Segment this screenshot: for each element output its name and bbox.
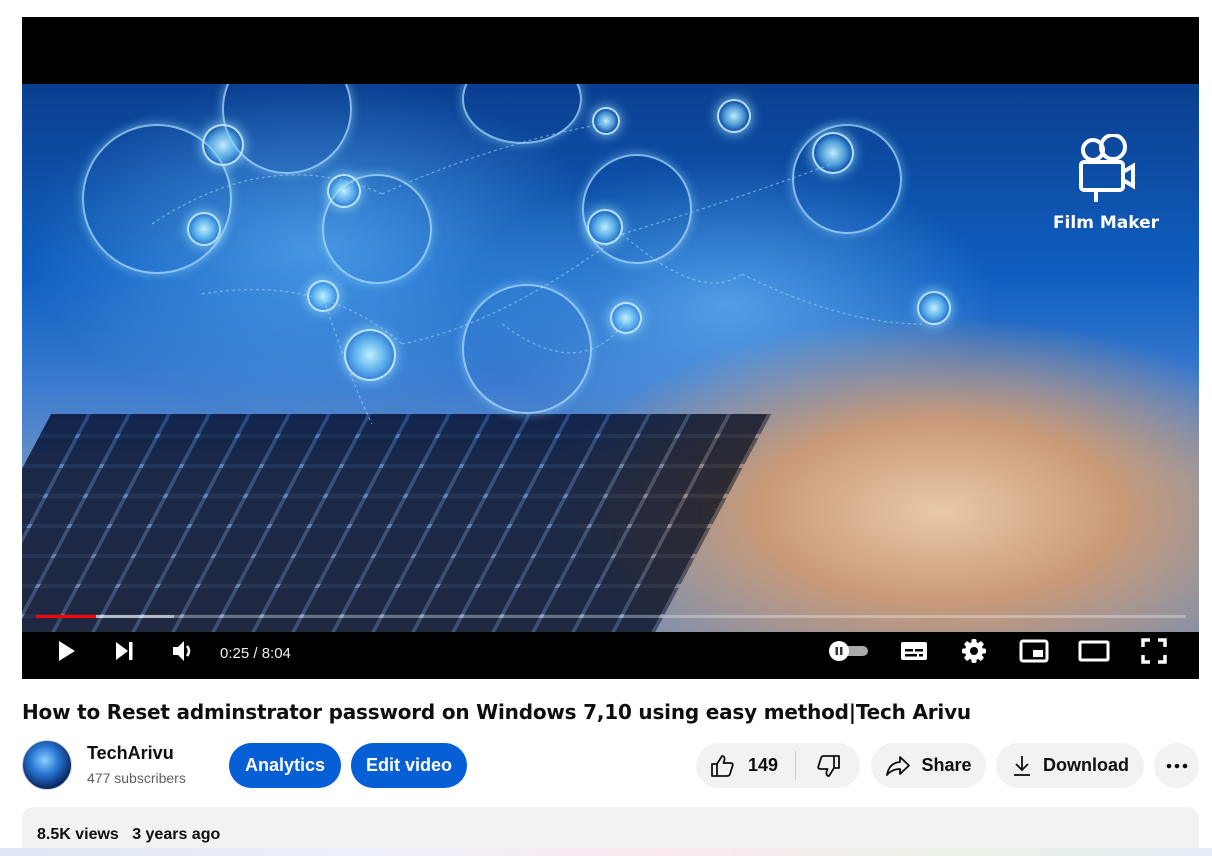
network-node [202, 124, 244, 166]
network-node [344, 329, 396, 381]
download-label: Download [1043, 755, 1129, 775]
download-button[interactable]: Download [996, 743, 1144, 788]
like-button[interactable]: 149 [696, 743, 796, 788]
network-node [307, 280, 339, 312]
share-label: Share [921, 755, 972, 775]
fullscreen-button[interactable] [1138, 635, 1170, 667]
theater-mode-icon [1078, 640, 1110, 662]
share-icon [886, 755, 911, 776]
network-node [187, 212, 221, 246]
progress-fill [36, 615, 96, 618]
subtitles-button[interactable] [898, 635, 930, 667]
more-horizontal-icon [1166, 763, 1187, 768]
share-button[interactable]: Share [871, 743, 986, 788]
subtitles-icon [901, 642, 927, 660]
analytics-button[interactable]: Analytics [229, 743, 341, 788]
player-controls: 0:25 / 8:04 [22, 623, 1199, 679]
fullscreen-icon [1141, 638, 1167, 664]
next-icon [116, 642, 133, 660]
time-display: 0:25 / 8:04 [220, 645, 291, 662]
network-node [717, 99, 751, 133]
miniplayer-button[interactable] [1018, 635, 1050, 667]
autoplay-toggle-icon [829, 641, 868, 661]
like-dislike-group: 149 [696, 743, 860, 788]
volume-button[interactable] [167, 635, 199, 667]
network-node [327, 174, 361, 208]
settings-icon [962, 639, 986, 663]
channel-avatar[interactable] [22, 740, 72, 790]
view-count: 8.5K views [37, 826, 119, 843]
like-count: 149 [748, 755, 779, 775]
view-stats: 8.5K views 3 years ago [37, 826, 220, 844]
network-node [610, 302, 642, 334]
network-node [812, 132, 854, 174]
film-maker-watermark: Film Maker [1052, 133, 1159, 233]
thumbs-up-icon [711, 754, 734, 777]
next-button[interactable] [108, 635, 140, 667]
network-ring [462, 284, 592, 414]
video-frame[interactable]: Film Maker [22, 84, 1199, 632]
network-node [587, 209, 623, 245]
download-icon [1014, 755, 1030, 776]
more-actions-button[interactable] [1154, 743, 1199, 788]
dislike-button[interactable] [796, 743, 860, 788]
volume-icon [173, 641, 191, 661]
theater-mode-button[interactable] [1078, 635, 1110, 667]
autoplay-toggle[interactable] [827, 635, 871, 667]
upload-age: 3 years ago [132, 826, 221, 843]
video-player[interactable]: Film Maker 0:25 / 8:04 [22, 17, 1199, 679]
network-node [592, 107, 620, 135]
channel-name[interactable]: TechArivu [87, 743, 174, 764]
subscriber-count: 477 subscribers [87, 770, 186, 786]
settings-button[interactable] [958, 635, 990, 667]
play-button[interactable] [50, 635, 82, 667]
play-icon [59, 641, 75, 661]
video-title: How to Reset adminstrator password on Wi… [22, 700, 971, 724]
bottom-gradient-strip [0, 848, 1212, 856]
film-camera-icon [1078, 133, 1135, 202]
thumbs-down-icon [817, 754, 840, 777]
miniplayer-icon [1019, 639, 1049, 663]
network-node [917, 291, 951, 325]
watermark-label: Film Maker [1052, 213, 1159, 233]
edit-video-button[interactable]: Edit video [351, 743, 467, 788]
progress-bar[interactable] [36, 615, 1186, 618]
